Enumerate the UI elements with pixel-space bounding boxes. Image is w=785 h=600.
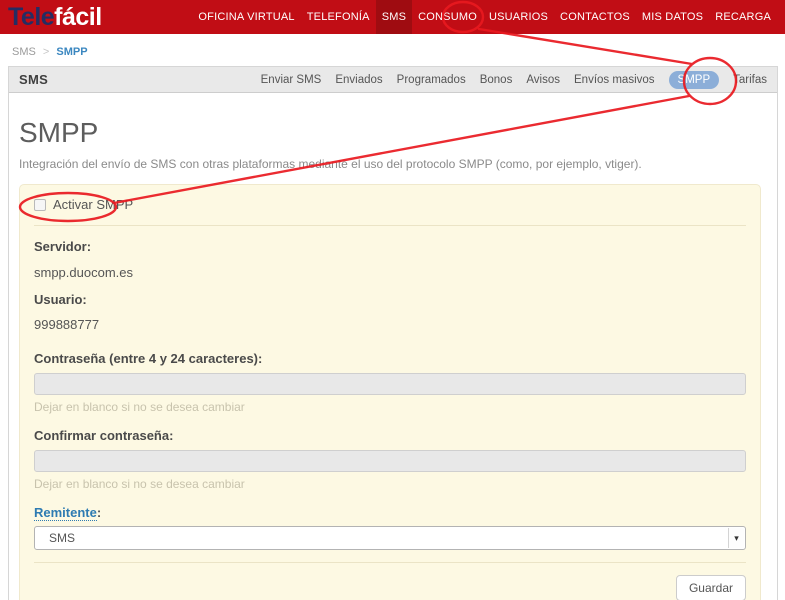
smpp-form-panel: Activar SMPP Servidor: smpp.duocom.es Us… bbox=[19, 184, 761, 600]
activar-smpp-row: Activar SMPP bbox=[34, 197, 746, 212]
content-area: SMPP Integración del envío de SMS con ot… bbox=[9, 117, 777, 600]
nav-item-mis-datos[interactable]: MIS DATOS bbox=[636, 0, 709, 34]
usuario-label: Usuario: bbox=[34, 292, 746, 307]
servidor-value: smpp.duocom.es bbox=[34, 265, 746, 280]
password-input[interactable] bbox=[34, 373, 746, 395]
remitente-label-row: Remitente: bbox=[34, 505, 746, 520]
nav-item-usuarios[interactable]: USUARIOS bbox=[483, 0, 554, 34]
breadcrumb: SMS > SMPP bbox=[0, 34, 785, 66]
brand-logo-left: Tele bbox=[8, 3, 54, 31]
remitente-selected-value: SMS bbox=[49, 531, 75, 545]
tab-programados[interactable]: Programados bbox=[397, 74, 466, 86]
usuario-value: 999888777 bbox=[34, 317, 746, 332]
confirm-password-label: Confirmar contraseña: bbox=[34, 428, 746, 443]
tab-enviados[interactable]: Enviados bbox=[335, 74, 382, 86]
form-actions: Guardar bbox=[34, 575, 746, 600]
save-button[interactable]: Guardar bbox=[676, 575, 746, 600]
nav-item-oficina-virtual[interactable]: OFICINA VIRTUAL bbox=[192, 0, 300, 34]
confirm-password-input[interactable] bbox=[34, 450, 746, 472]
password-label: Contraseña (entre 4 y 24 caracteres): bbox=[34, 351, 746, 366]
top-nav: OFICINA VIRTUAL TELEFONÍA SMS CONSUMO US… bbox=[192, 0, 777, 34]
servidor-label: Servidor: bbox=[34, 239, 746, 254]
remitente-select[interactable]: SMS ▾ bbox=[34, 526, 746, 550]
subnav-section-title: SMS bbox=[19, 72, 48, 87]
brand-logo-right: fácil bbox=[54, 3, 102, 31]
nav-item-consumo[interactable]: CONSUMO bbox=[412, 0, 483, 34]
activar-smpp-checkbox[interactable] bbox=[34, 199, 46, 211]
tab-tarifas[interactable]: Tarifas bbox=[733, 74, 767, 86]
tab-envios-masivos[interactable]: Envíos masivos bbox=[574, 74, 655, 86]
sms-subnav-bar: SMS Enviar SMS Enviados Programados Bono… bbox=[9, 67, 777, 93]
password-help: Dejar en blanco si no se desea cambiar bbox=[34, 400, 746, 414]
breadcrumb-smpp-link[interactable]: SMPP bbox=[56, 46, 87, 58]
main-panel: SMS Enviar SMS Enviados Programados Bono… bbox=[8, 66, 778, 600]
page-title: SMPP bbox=[19, 117, 761, 149]
divider-bottom bbox=[34, 562, 746, 563]
subnav-tabs: Enviar SMS Enviados Programados Bonos Av… bbox=[261, 71, 767, 89]
nav-item-recarga[interactable]: RECARGA bbox=[709, 0, 777, 34]
nav-item-contactos[interactable]: CONTACTOS bbox=[554, 0, 636, 34]
activar-smpp-label: Activar SMPP bbox=[53, 197, 133, 212]
remitente-tooltip-label[interactable]: Remitente bbox=[34, 505, 97, 521]
nav-item-telefonia[interactable]: TELEFONÍA bbox=[301, 0, 376, 34]
confirm-password-help: Dejar en blanco si no se desea cambiar bbox=[34, 477, 746, 491]
brand-logo: Telefácil bbox=[8, 0, 102, 34]
page-description: Integración del envío de SMS con otras p… bbox=[19, 157, 761, 171]
divider-top bbox=[34, 225, 746, 226]
breadcrumb-sms-link[interactable]: SMS bbox=[12, 46, 36, 58]
nav-item-sms[interactable]: SMS bbox=[376, 0, 412, 34]
breadcrumb-separator: > bbox=[43, 46, 49, 58]
tab-smpp[interactable]: SMPP bbox=[669, 71, 720, 89]
tab-enviar-sms[interactable]: Enviar SMS bbox=[261, 74, 322, 86]
dropdown-arrow-icon[interactable]: ▾ bbox=[728, 528, 744, 548]
remitente-colon: : bbox=[97, 505, 101, 520]
tab-bonos[interactable]: Bonos bbox=[480, 74, 513, 86]
top-header: Telefácil OFICINA VIRTUAL TELEFONÍA SMS … bbox=[0, 0, 785, 34]
tab-avisos[interactable]: Avisos bbox=[526, 74, 560, 86]
